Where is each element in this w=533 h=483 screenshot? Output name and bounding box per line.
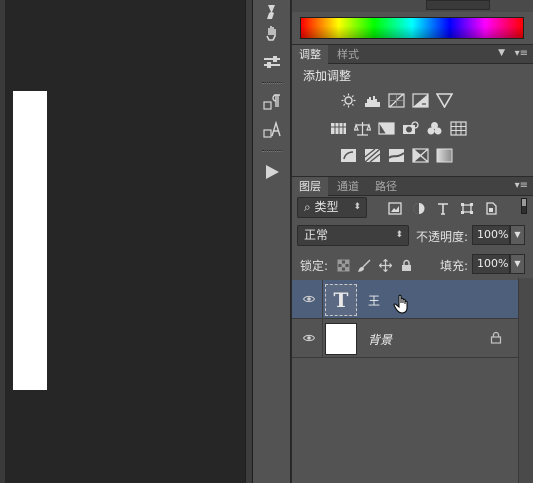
filter-toggle-switch[interactable] [521,198,527,214]
tab-styles[interactable]: 样式 [330,45,366,64]
posterize-icon[interactable] [362,146,382,164]
color-spectrum[interactable] [300,17,524,39]
paragraph-icon[interactable] [257,90,287,114]
opacity-label: 不透明度: [416,230,469,244]
updown-caret-icon: ⬍ [395,230,403,240]
dock-divider[interactable] [245,0,253,483]
adjustment-row-3 [338,146,454,164]
hand-icon[interactable] [257,21,287,45]
search-icon: ⌕ [304,200,315,214]
color-balance-icon[interactable] [352,119,372,137]
threshold-icon[interactable] [386,146,406,164]
grip-divider[interactable] [262,82,282,84]
invert-icon[interactable] [338,146,358,164]
tab-paths[interactable]: 路径 [368,177,404,196]
right-panel-dock: 调整 样式 ▼ ▾≡ 添加调整 图层 通道 路径 ▾≡ ⌕ 类型 ⬍ 正常 ⬍ … [292,0,533,483]
selective-color-icon[interactable] [410,146,430,164]
fill-input[interactable]: 100% [472,254,510,274]
background-layer-thumbnail[interactable] [325,323,357,355]
column-divider [322,319,323,358]
adjustments-tabbar: 调整 样式 ▼ ▾≡ [292,44,533,64]
lock-all-icon[interactable] [399,258,413,272]
color-panel-top [292,0,533,12]
adjustment-row-1 [338,91,454,109]
tab-layers[interactable]: 图层 [292,177,328,196]
black-white-icon[interactable] [376,119,396,137]
layers-tabbar: 图层 通道 路径 ▾≡ [292,176,533,196]
panel-menu-icon[interactable]: ▾≡ [515,48,528,59]
document-canvas[interactable] [0,0,245,483]
layer-name[interactable]: 背景 [368,331,392,348]
adjustment-layer-filter-icon[interactable] [411,201,427,215]
document-image[interactable] [13,91,47,390]
opacity-input[interactable]: 100% [472,225,510,245]
lock-image-brush-icon[interactable] [357,258,371,272]
shape-layer-filter-icon[interactable] [459,201,475,215]
layer-row-background[interactable]: 背景 [292,319,518,358]
color-lookup-icon[interactable] [448,119,468,137]
gradient-map-icon[interactable] [434,146,454,164]
grip-divider[interactable] [262,150,282,152]
tab-adjustments-label: 调整 [299,48,321,61]
layer-lock-icon [490,331,502,344]
hue-saturation-icon[interactable] [328,119,348,137]
fill-dropdown-button[interactable]: ▼ [510,254,525,274]
visibility-eye-icon[interactable] [302,332,316,344]
blend-mode-value: 正常 [304,228,329,242]
curves-icon[interactable] [386,91,406,109]
color-value-field[interactable] [426,0,490,10]
tab-layers-label: 图层 [299,180,321,193]
brightness-icon[interactable] [338,91,358,109]
pixel-layer-filter-icon[interactable] [387,201,403,215]
lock-position-move-icon[interactable] [378,258,392,272]
vibrance-triangle-icon[interactable] [434,91,454,109]
collapse-icon[interactable]: ▼ [498,48,505,58]
layer-filter-value: 类型 [314,200,339,214]
channel-mixer-icon[interactable] [424,119,444,137]
panel-menu-icon[interactable]: ▾≡ [515,180,528,191]
hand-cursor-icon [393,294,411,314]
tab-channels-label: 通道 [337,180,359,193]
smart-object-filter-icon[interactable] [483,201,499,215]
tab-adjustments[interactable]: 调整 [292,45,328,64]
fill-label: 填充: [440,259,469,273]
blend-mode-select[interactable]: 正常 ⬍ [297,225,409,246]
column-divider [322,280,323,319]
updown-caret-icon: ⬍ [353,202,361,212]
layer-name[interactable]: 王 [368,292,380,309]
text-layer-thumbnail[interactable]: T [325,284,357,316]
levels-icon[interactable] [362,91,382,109]
photo-filter-icon[interactable] [400,119,420,137]
layers-empty-area[interactable] [292,358,518,483]
tab-channels[interactable]: 通道 [330,177,366,196]
character-icon[interactable] [257,118,287,142]
lock-options [336,258,413,272]
tab-styles-label: 样式 [337,48,359,61]
lock-label: 锁定: [300,259,329,273]
lock-transparent-icon[interactable] [336,258,350,272]
panel-tool-strip [253,0,291,483]
sliders-icon[interactable] [257,50,287,74]
opacity-dropdown-button[interactable]: ▼ [510,225,525,245]
play-action-icon[interactable] [257,160,287,184]
type-layer-filter-icon[interactable] [435,201,451,215]
tab-paths-label: 路径 [375,180,397,193]
layer-filter-icons [387,201,499,215]
layer-filter-select[interactable]: ⌕ 类型 ⬍ [297,197,367,218]
visibility-eye-icon[interactable] [302,293,316,305]
layers-scrollbar[interactable] [518,278,533,483]
adjustments-title: 添加调整 [303,69,352,83]
exposure-icon[interactable] [410,91,430,109]
adjustment-row-2 [328,119,468,137]
